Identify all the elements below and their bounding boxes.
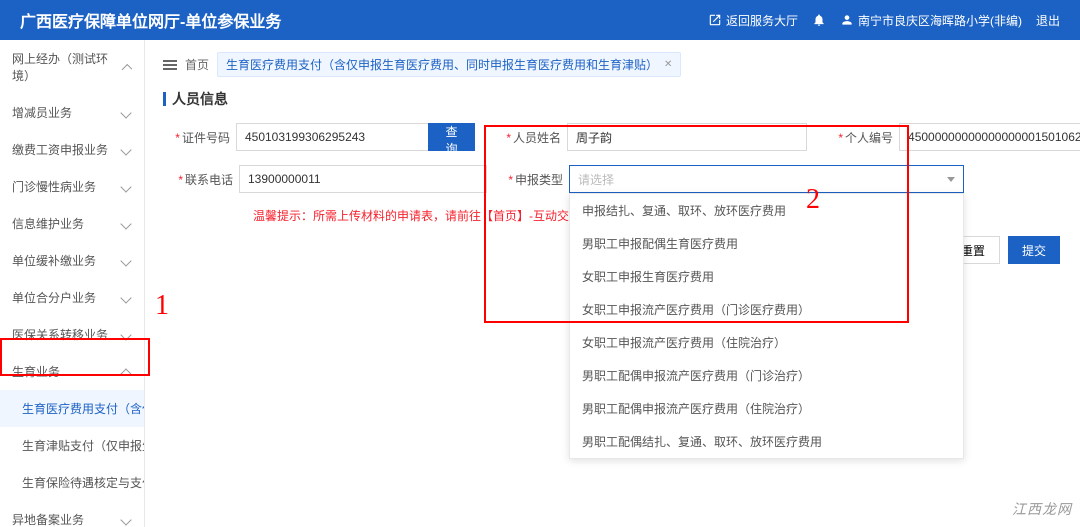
- sidebar-item-transfer[interactable]: 医保关系转移业务: [0, 316, 144, 353]
- chevron-up-icon: [120, 368, 131, 379]
- bell-icon[interactable]: [812, 13, 826, 27]
- chevron-down-icon: [947, 177, 955, 182]
- tel-input[interactable]: [239, 165, 487, 193]
- chevron-down-icon: [120, 255, 131, 266]
- sidebar-item-deferred[interactable]: 单位缓补缴业务: [0, 242, 144, 279]
- name-label: 人员姓名: [513, 131, 561, 145]
- breadcrumb: 首页 生育医疗费用支付（含仅申报生育医疗费用、同时申报生育医疗费用和生育津贴） …: [163, 52, 1062, 77]
- content-area: 首页 生育医疗费用支付（含仅申报生育医疗费用、同时申报生育医疗费用和生育津贴） …: [145, 40, 1080, 527]
- sidebar-item-addremove[interactable]: 增减员业务: [0, 94, 144, 131]
- chevron-down-icon: [120, 144, 131, 155]
- submit-button[interactable]: 提交: [1008, 236, 1060, 264]
- chevron-down-icon: [120, 218, 131, 229]
- dropdown-item[interactable]: 男职工配偶申报流产医疗费用（门诊治疗）: [570, 359, 963, 392]
- dropdown-item[interactable]: 男职工配偶结扎、复通、取环、放环医疗费用: [570, 425, 963, 458]
- top-header: 广西医疗保障单位网厅-单位参保业务 返回服务大厅 南宁市良庆区海晖路小学(非编)…: [0, 0, 1080, 40]
- chevron-down-icon: [120, 107, 131, 118]
- app-title: 广西医疗保障单位网厅-单位参保业务: [20, 8, 281, 32]
- chevron-down-icon: [120, 181, 131, 192]
- close-icon[interactable]: ✕: [664, 59, 672, 70]
- sidebar-item-merge[interactable]: 单位合分户业务: [0, 279, 144, 316]
- dropdown-item[interactable]: 女职工申报流产医疗费用（门诊医疗费用）: [570, 293, 963, 326]
- tel-label: 联系电话: [185, 173, 233, 187]
- type-label: 申报类型: [515, 173, 563, 187]
- org-link[interactable]: 南宁市良庆区海晖路小学(非编): [840, 12, 1022, 29]
- name-input[interactable]: [567, 123, 807, 151]
- sidebar-sub-maternity-pay[interactable]: 生育医疗费用支付（含仅申: [0, 390, 144, 427]
- sidebar-item-offsite[interactable]: 异地备案业务: [0, 501, 144, 527]
- code-input[interactable]: [899, 123, 1080, 151]
- sidebar-item-info[interactable]: 信息维护业务: [0, 205, 144, 242]
- annotation-label-1: 1: [155, 290, 169, 322]
- annotation-label-2: 2: [806, 184, 820, 216]
- breadcrumb-tab[interactable]: 生育医疗费用支付（含仅申报生育医疗费用、同时申报生育医疗费用和生育津贴） ✕: [217, 52, 681, 77]
- external-link-icon: [708, 13, 722, 27]
- dropdown-item[interactable]: 女职工申报流产医疗费用（住院治疗）: [570, 326, 963, 359]
- dropdown-item[interactable]: 申报结扎、复通、取环、放环医疗费用: [570, 194, 963, 227]
- user-icon: [840, 13, 854, 27]
- sidebar-sub-insurance[interactable]: 生育保险待遇核定与支付单: [0, 464, 144, 501]
- type-select[interactable]: 请选择: [569, 165, 964, 193]
- id-input[interactable]: [236, 123, 428, 151]
- sidebar-sub-allowance[interactable]: 生育津贴支付（仅申报生育: [0, 427, 144, 464]
- sidebar-item-salary[interactable]: 缴费工资申报业务: [0, 131, 144, 168]
- chevron-down-icon: [120, 514, 131, 525]
- code-label: 个人编号: [845, 131, 893, 145]
- dropdown-item[interactable]: 男职工申报配偶生育医疗费用: [570, 227, 963, 260]
- dropdown-item[interactable]: 男职工配偶申报流产医疗费用（住院治疗）: [570, 392, 963, 425]
- id-label: 证件号码: [182, 131, 230, 145]
- section-title: 人员信息: [163, 89, 1062, 109]
- dropdown-item[interactable]: 女职工申报生育医疗费用: [570, 260, 963, 293]
- header-actions: 返回服务大厅 南宁市良庆区海晖路小学(非编) 退出: [708, 12, 1060, 29]
- hamburger-icon[interactable]: [163, 60, 177, 70]
- search-button[interactable]: 查询: [428, 123, 475, 151]
- breadcrumb-home[interactable]: 首页: [185, 56, 209, 73]
- sidebar-item-maternity[interactable]: 生育业务: [0, 353, 144, 390]
- chevron-down-icon: [120, 292, 131, 303]
- type-dropdown: 申报结扎、复通、取环、放环医疗费用 男职工申报配偶生育医疗费用 女职工申报生育医…: [569, 193, 964, 459]
- sidebar-item-chronic[interactable]: 门诊慢性病业务: [0, 168, 144, 205]
- back-hall-link[interactable]: 返回服务大厅: [708, 12, 798, 29]
- sidebar: 网上经办（测试环境） 增减员业务 缴费工资申报业务 门诊慢性病业务 信息维护业务…: [0, 40, 145, 527]
- sidebar-item-online[interactable]: 网上经办（测试环境）: [0, 40, 144, 94]
- chevron-down-icon: [120, 329, 131, 340]
- logout-link[interactable]: 退出: [1036, 12, 1060, 29]
- watermark: 江西龙网: [1012, 499, 1072, 519]
